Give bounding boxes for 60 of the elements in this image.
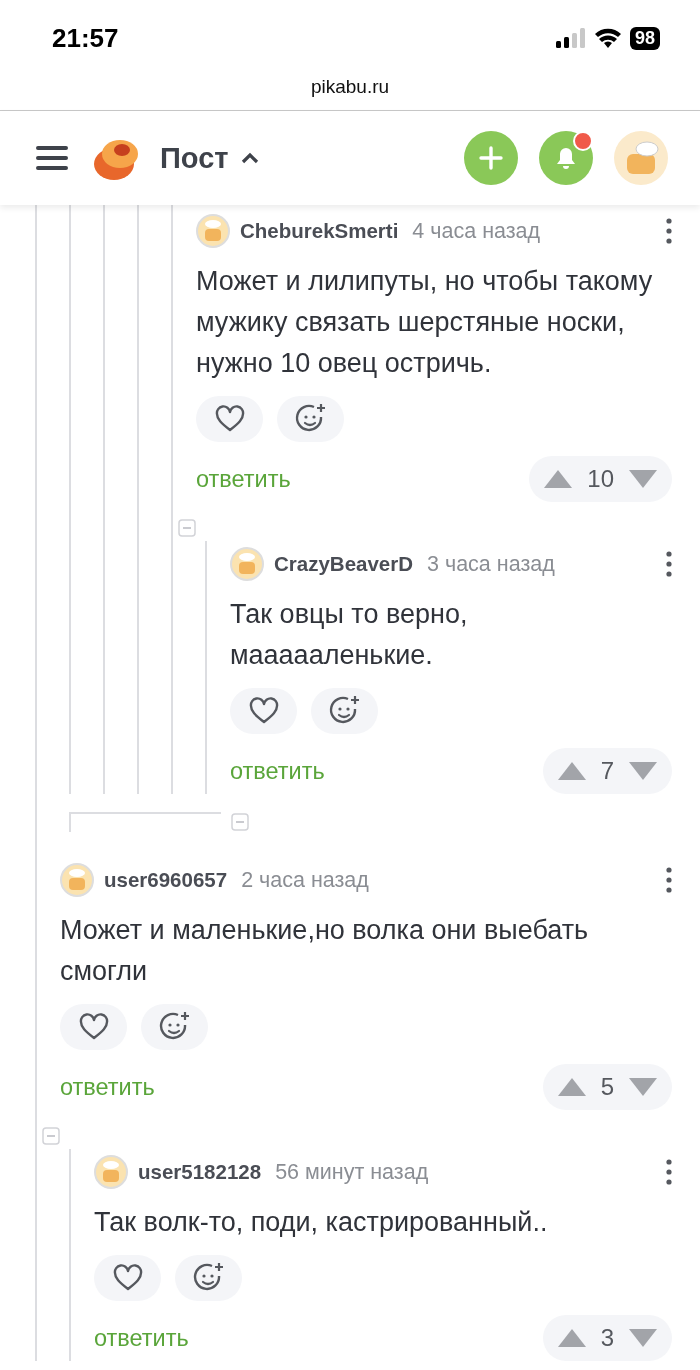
more-icon[interactable] [666,867,672,893]
profile-avatar[interactable] [614,131,668,185]
heart-icon [214,405,245,433]
avatar-icon[interactable] [94,1155,128,1189]
more-icon[interactable] [666,218,672,244]
more-icon[interactable] [666,1159,672,1185]
upvote-icon[interactable] [543,469,574,489]
collapse-icon[interactable] [42,1127,60,1145]
author-name[interactable]: user5182128 [138,1160,262,1184]
reaction-button[interactable] [311,688,378,734]
bell-icon [556,147,576,169]
plus-icon [479,146,503,170]
avatar-icon[interactable] [196,214,230,248]
comment-time: 4 часа назад [412,218,541,244]
avatar-icon[interactable] [230,547,264,581]
comment-text: Так овцы то верно, маааааленькие. [230,598,469,672]
heart-icon [78,1013,109,1041]
downvote-icon[interactable] [628,469,658,489]
comment-time: 56 минут назад [275,1159,429,1185]
rating-count: 7 [600,757,614,785]
collapse-icon[interactable] [178,519,196,537]
like-button[interactable] [60,1004,127,1050]
page-title[interactable]: Пост [160,141,229,175]
like-button[interactable] [196,396,263,442]
rating-count: 3 [600,1324,614,1352]
comment-time: 2 часа назад [241,867,369,893]
rating-count: 10 [587,465,614,493]
wifi-icon [593,28,622,48]
page-url[interactable]: pikabu.ru [310,76,390,98]
collapse-icon[interactable] [231,813,249,831]
reaction-button[interactable] [175,1255,242,1301]
reaction-button[interactable] [277,396,344,442]
heart-icon [112,1264,143,1292]
more-icon[interactable] [666,551,672,577]
signal-icon [555,28,586,48]
reaction-button[interactable] [141,1004,208,1050]
status-time: 21:57 [52,22,119,54]
author-name[interactable]: CrazyBeaverD [274,552,414,576]
comment-time: 3 часа назад [427,551,555,577]
caret-icon[interactable] [240,152,259,164]
notifications-button[interactable] [539,131,593,185]
battery-level: 98 [629,26,660,50]
upvote-icon[interactable] [556,761,587,781]
downvote-icon[interactable] [628,1077,658,1097]
like-button[interactable] [230,688,297,734]
comment-text: Так волк-то, поди, кастрированный.. [94,1206,549,1239]
comment-text: Может и лилипуты, но чтобы такому мужику связать шерстяные носки, нужно 10 овец остричь. [196,265,654,380]
upvote-icon[interactable] [556,1077,587,1097]
author-name[interactable]: user6960657 [104,868,228,892]
author-name[interactable]: CheburekSmerti [240,219,399,243]
downvote-icon[interactable] [628,1328,658,1348]
rating-count: 5 [600,1073,614,1101]
comment-text: Может и маленькие,но волка они выебать смогли [60,914,590,988]
downvote-icon[interactable] [628,761,658,781]
avatar-icon[interactable] [60,863,94,897]
menu-icon[interactable] [36,145,68,171]
like-button[interactable] [94,1255,161,1301]
heart-icon [248,697,279,725]
upvote-icon[interactable] [556,1328,587,1348]
add-post-button[interactable] [464,131,518,185]
